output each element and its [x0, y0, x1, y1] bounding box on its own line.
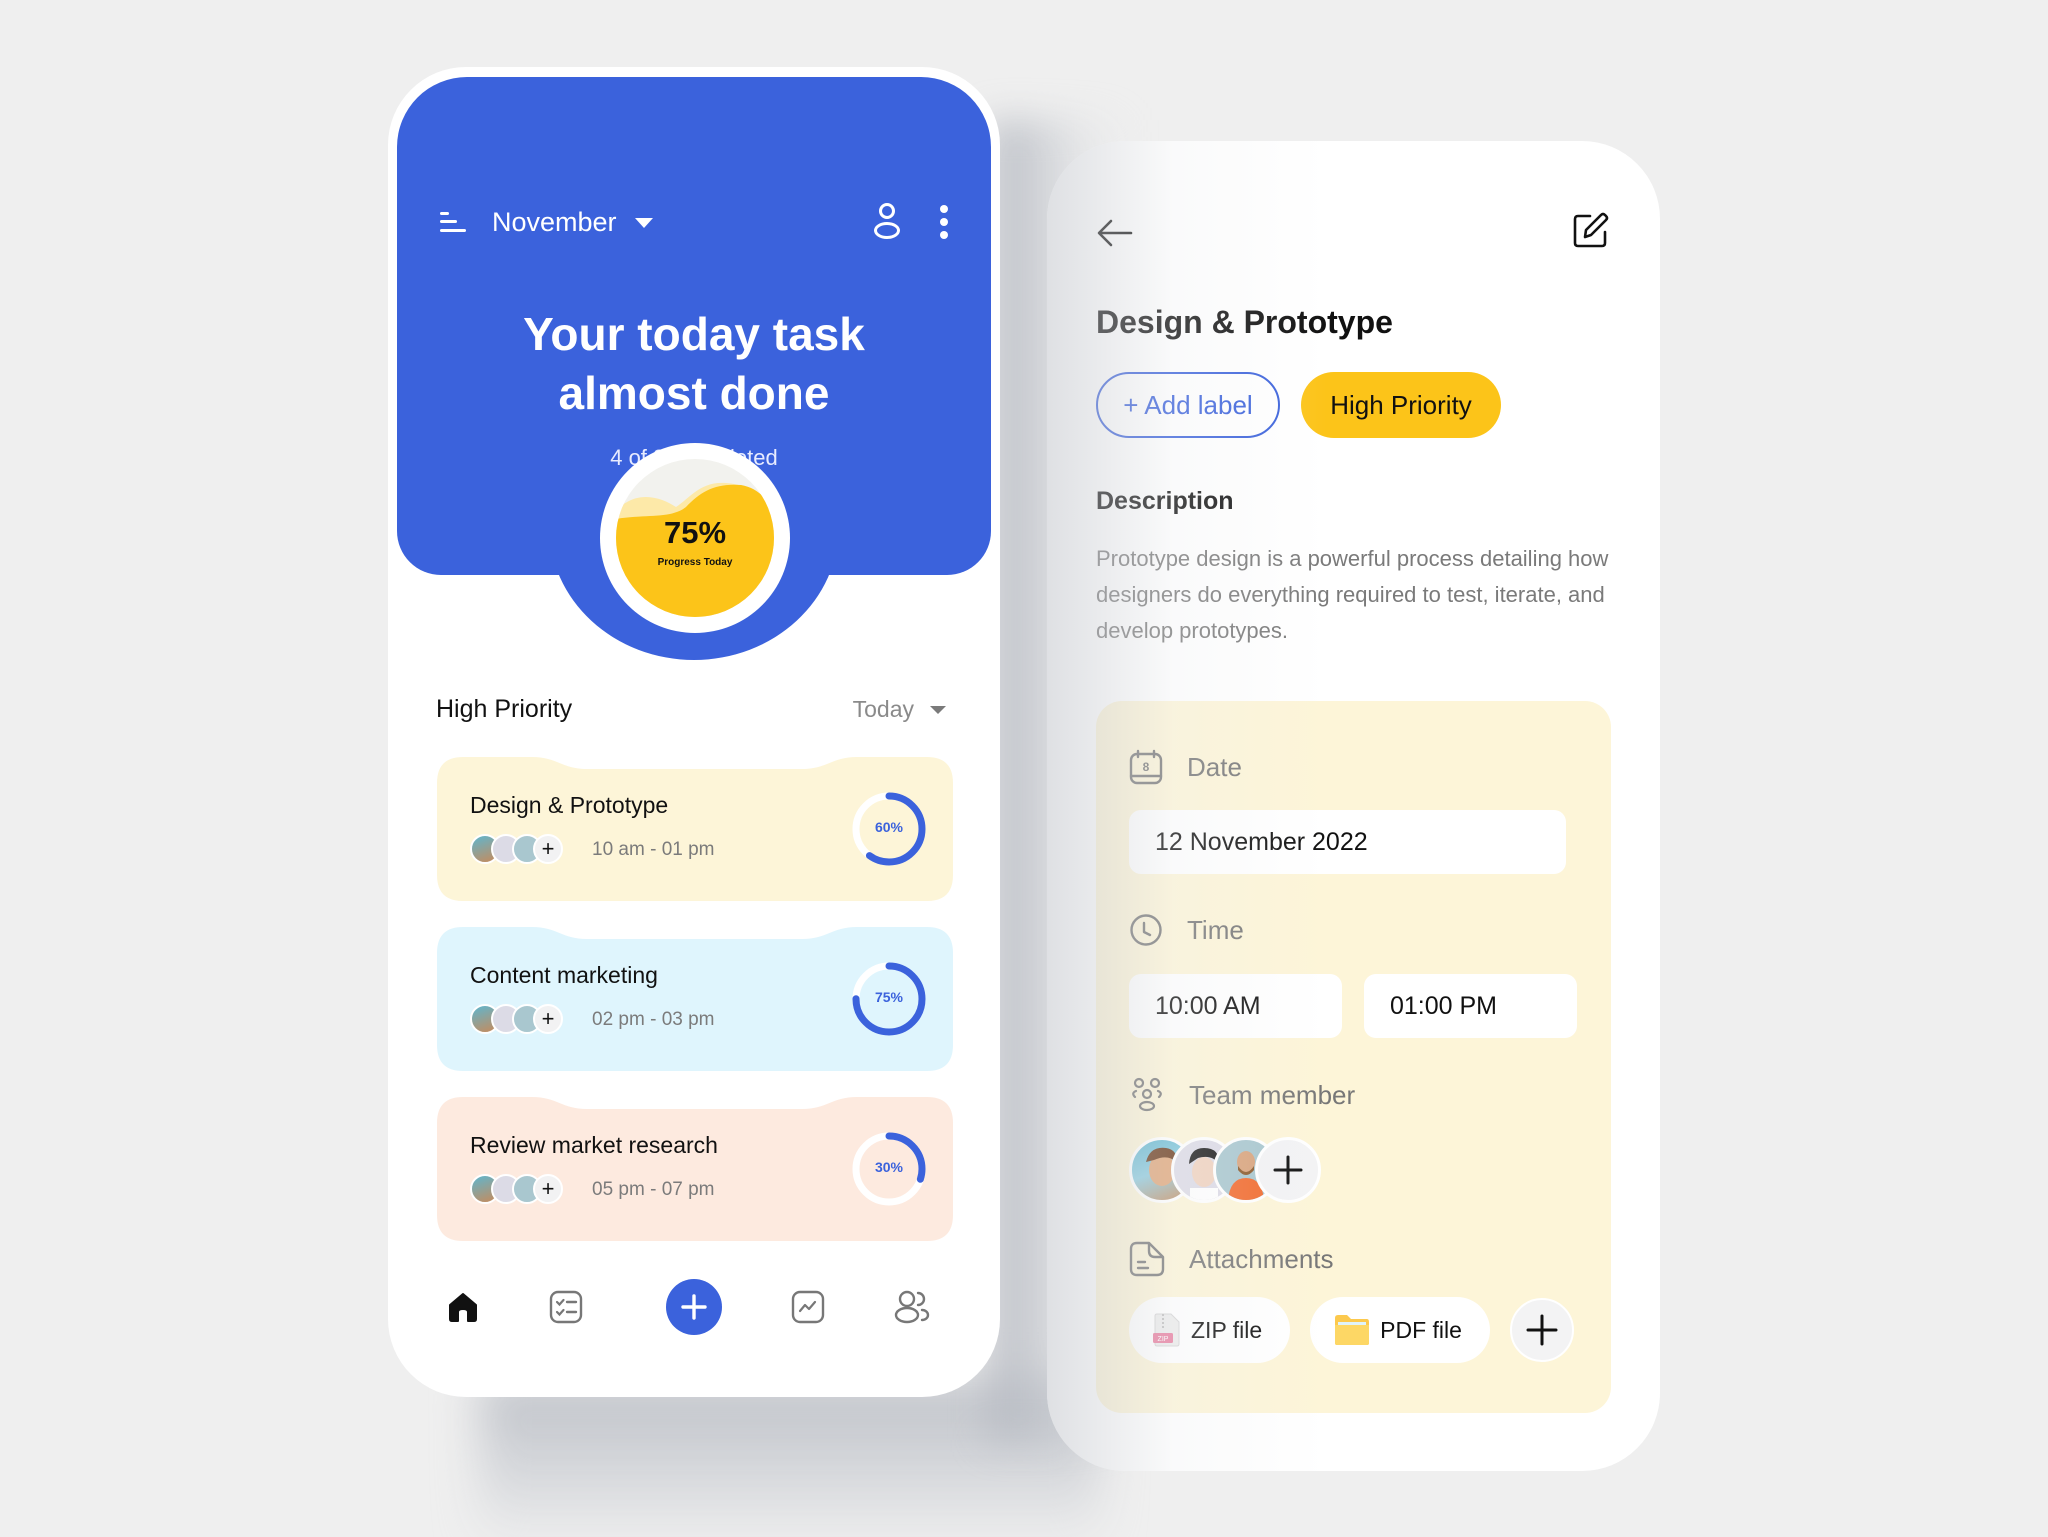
task-time: 10 am - 01 pm: [592, 839, 715, 860]
users-icon: [894, 1290, 930, 1324]
nav-team[interactable]: [882, 1277, 942, 1337]
progress-percent: 75%: [663, 515, 727, 550]
folder-icon: [1335, 1315, 1370, 1345]
chart-icon: [791, 1290, 825, 1324]
task-title: Design & Prototype: [470, 792, 669, 818]
priority-badge[interactable]: High Priority: [1301, 372, 1501, 438]
attachment-zip[interactable]: ZIP ZIP file: [1129, 1297, 1291, 1363]
add-label-button[interactable]: + Add label: [1096, 372, 1280, 438]
attachments-label: Attachments: [1129, 1241, 1334, 1277]
description-heading: Description: [1096, 487, 1234, 515]
team-icon: [1132, 1077, 1162, 1112]
zip-file-icon: ZIP: [1153, 1313, 1180, 1347]
add-icon: [1526, 1314, 1558, 1346]
document-icon: [1129, 1241, 1165, 1277]
add-member-button[interactable]: +: [533, 1174, 563, 1204]
section-title: High Priority: [436, 695, 573, 723]
description-text: Prototype design is a powerful process d…: [1096, 546, 1609, 643]
add-attachment-button[interactable]: [1509, 1298, 1574, 1362]
svg-text:8: 8: [1143, 760, 1150, 774]
task-detail-screen: Design & Prototype + Add label High Prio…: [1047, 141, 1660, 1471]
today-filter-dropdown[interactable]: Today: [853, 696, 946, 723]
task-title: Review market research: [470, 1132, 718, 1158]
calendar-icon: 8: [1129, 749, 1163, 785]
task-members: +: [470, 1004, 563, 1034]
task-info-card: 8 Date 12 November 2022 Time 10:00 AM 01…: [1096, 701, 1611, 1413]
bottom-navigation: [388, 1277, 1000, 1367]
task-card[interactable]: Design & Prototype + 10 am - 01 pm 60%: [437, 757, 953, 901]
add-member-button[interactable]: +: [533, 834, 563, 864]
section-header: High Priority Today: [436, 695, 946, 724]
back-button[interactable]: [1097, 218, 1133, 248]
add-member-button[interactable]: [1255, 1137, 1321, 1203]
time-label: Time: [1129, 913, 1244, 947]
task-progress-label: 75%: [874, 989, 904, 1005]
add-icon: [681, 1294, 707, 1320]
more-vertical-icon[interactable]: [940, 205, 948, 239]
start-time-field[interactable]: 10:00 AM: [1129, 974, 1342, 1038]
task-time: 02 pm - 03 pm: [592, 1009, 715, 1030]
task-progress-label: 30%: [874, 1159, 904, 1175]
task-card[interactable]: Review market research + 05 pm - 07 pm 3…: [437, 1097, 953, 1241]
task-members: +: [470, 834, 563, 864]
home-icon: [449, 1293, 477, 1322]
task-title: Design & Prototype: [1096, 304, 1393, 340]
attachment-pdf[interactable]: PDF file: [1310, 1297, 1490, 1363]
add-member-button[interactable]: +: [533, 1004, 563, 1034]
clock-icon: [1130, 914, 1162, 946]
nav-tasks[interactable]: [536, 1277, 596, 1337]
task-members: +: [470, 1174, 563, 1204]
date-field[interactable]: 12 November 2022: [1129, 810, 1566, 874]
task-title: Content marketing: [470, 962, 658, 988]
add-task-button[interactable]: [664, 1277, 724, 1337]
home-screen: November Your today task almost done 4 o…: [388, 67, 1000, 1397]
team-members: [1129, 1137, 1321, 1203]
chevron-down-icon: [930, 705, 946, 714]
svg-text:ZIP: ZIP: [1158, 1336, 1169, 1343]
nav-stats[interactable]: [778, 1277, 838, 1337]
nav-home[interactable]: [433, 1277, 493, 1337]
home-top-bar: November: [438, 197, 948, 247]
chevron-down-icon[interactable]: [634, 218, 653, 228]
end-time-field[interactable]: 01:00 PM: [1364, 974, 1577, 1038]
arrow-left-icon: [1097, 219, 1133, 247]
edit-icon: [1573, 212, 1609, 248]
team-label: Team member: [1129, 1077, 1355, 1113]
hero-title: Your today task almost done: [523, 308, 865, 419]
checklist-icon: [549, 1290, 583, 1324]
add-icon: [1273, 1155, 1303, 1185]
task-card[interactable]: Content marketing + 02 pm - 03 pm 75%: [437, 927, 953, 1071]
month-selector[interactable]: November: [492, 207, 617, 238]
task-time: 05 pm - 07 pm: [592, 1179, 715, 1200]
menu-icon[interactable]: [438, 211, 466, 233]
date-label: 8 Date: [1129, 749, 1242, 785]
attachments-list: ZIP ZIP file PDF file: [1129, 1297, 1574, 1363]
progress-label: Progress Today: [657, 557, 733, 568]
task-progress-label: 60%: [874, 819, 904, 835]
user-icon[interactable]: [874, 203, 900, 241]
today-progress-gauge: 75% Progress Today: [600, 443, 790, 633]
edit-button[interactable]: [1572, 211, 1610, 249]
